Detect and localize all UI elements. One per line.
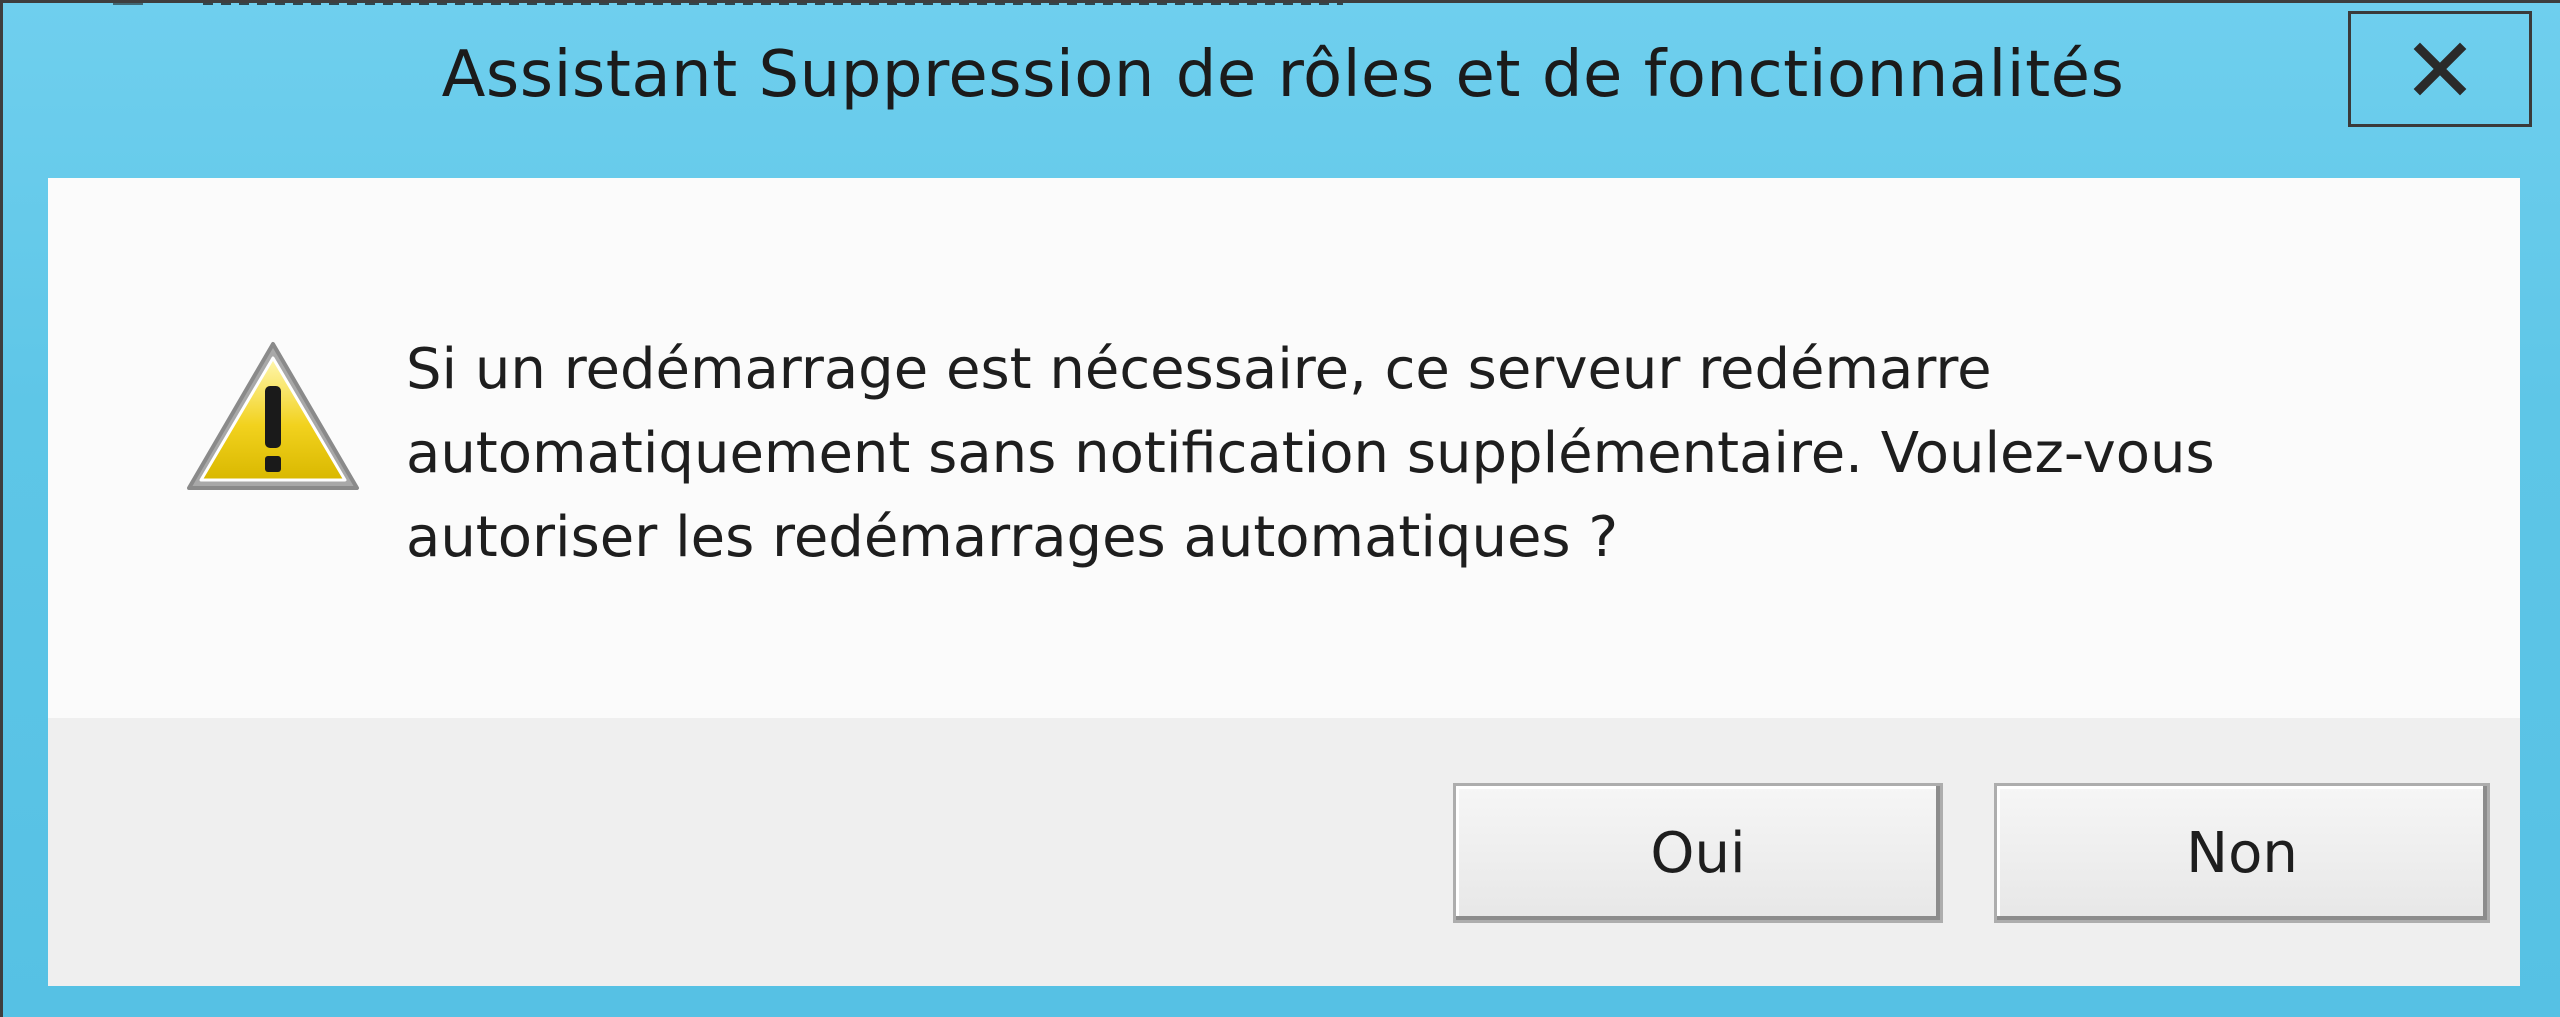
close-icon [2413,42,2467,96]
dialog-footer: Oui Non [48,718,2520,986]
close-button[interactable] [2348,11,2532,127]
dialog-message: Si un redémarrage est nécessaire, ce ser… [406,337,2215,570]
background-window-remnant [3,3,1403,11]
no-button[interactable]: Non [1994,783,2490,923]
warning-icon [187,342,359,490]
dialog-window: Assistant Suppression de rôles et de fon… [0,0,2560,1017]
yes-button[interactable]: Oui [1453,783,1943,923]
window-title: Assistant Suppression de rôles et de fon… [441,38,2125,112]
dialog-content: Si un redémarrage est nécessaire, ce ser… [48,178,2520,718]
